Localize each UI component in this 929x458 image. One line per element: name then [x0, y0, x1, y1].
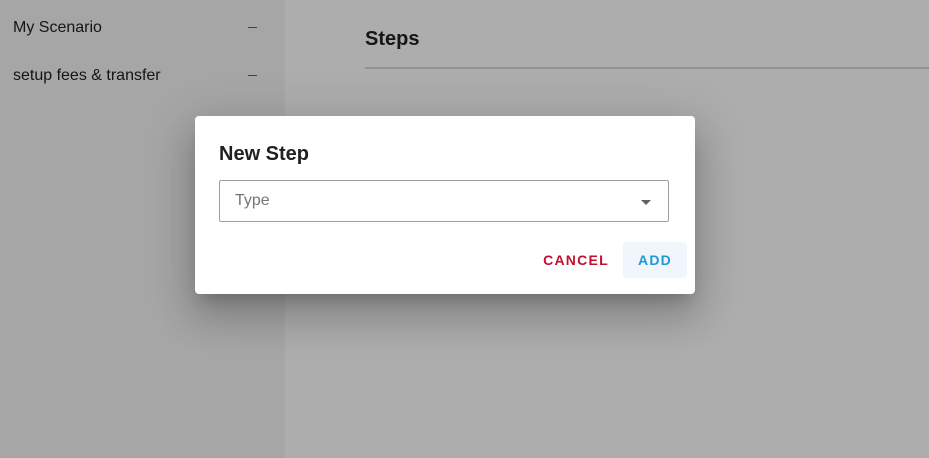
type-select-placeholder: Type — [235, 192, 270, 209]
app: My Scenario setup fees & transfer Steps … — [0, 0, 929, 458]
dialog-title: New Step — [219, 143, 310, 165]
type-select[interactable]: Type — [219, 180, 669, 222]
add-button[interactable]: ADD — [623, 242, 687, 278]
arrow-drop-down-icon — [641, 200, 651, 205]
new-step-dialog: New Step Type CANCEL ADD — [195, 116, 695, 294]
cancel-button[interactable]: CANCEL — [535, 242, 617, 278]
